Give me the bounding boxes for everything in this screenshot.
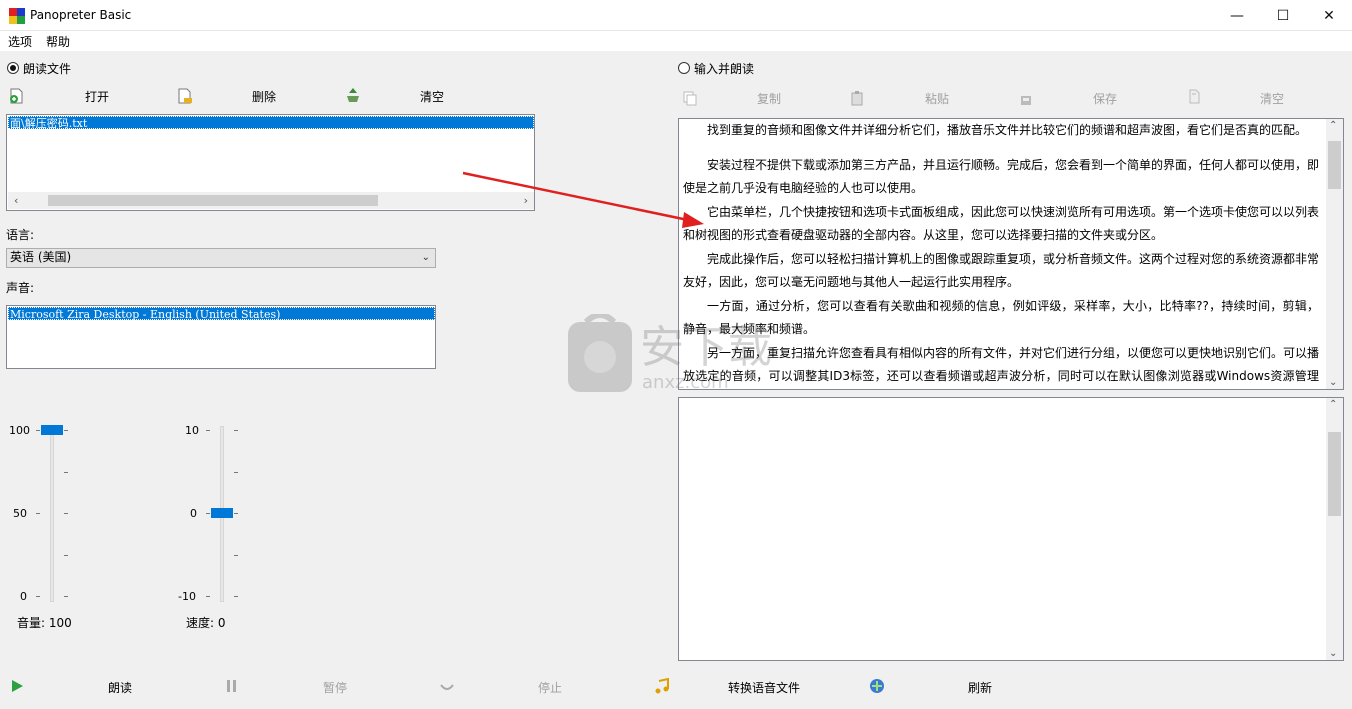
- close-button[interactable]: ✕: [1306, 0, 1352, 31]
- open-button[interactable]: 打开: [85, 88, 109, 105]
- input-read-label: 输入并朗读: [694, 62, 755, 76]
- read-file-label: 朗读文件: [23, 62, 72, 76]
- copy-button[interactable]: 复制: [757, 90, 781, 107]
- text-paragraph: 它由菜单栏，几个快捷按钮和选项卡式面板组成，因此您可以快速浏览所有可用选项。第一…: [683, 205, 1320, 242]
- tick: [206, 596, 210, 597]
- tick: [64, 555, 68, 556]
- language-select[interactable]: 英语 (美国) ⌄: [6, 248, 436, 268]
- tick: [206, 430, 210, 431]
- read-file-radio[interactable]: [7, 62, 19, 74]
- text-paragraph: 完成此操作后，您可以轻松扫描计算机上的图像或跟踪重复项，或分析音频文件。这两个过…: [683, 252, 1320, 289]
- clear-text-icon[interactable]: [1186, 88, 1202, 104]
- read-button[interactable]: 朗读: [108, 679, 132, 696]
- tick: [36, 430, 40, 431]
- svg-text:anxz.com: anxz.com: [642, 372, 729, 393]
- scroll-down-icon[interactable]: ⌄: [1329, 377, 1337, 388]
- voice-list-item[interactable]: Microsoft Zira Desktop - English (United…: [8, 307, 435, 321]
- speed-mid-label: 0: [190, 507, 197, 520]
- play-icon[interactable]: [10, 679, 24, 693]
- refresh-button[interactable]: 刷新: [968, 679, 992, 696]
- voice-list[interactable]: Microsoft Zira Desktop - English (United…: [6, 305, 436, 369]
- input-read-radio[interactable]: [678, 62, 690, 74]
- tick: [234, 472, 238, 473]
- maximize-button[interactable]: ☐: [1260, 0, 1306, 31]
- volume-label: 音量: 100: [17, 616, 72, 630]
- tick: [234, 555, 238, 556]
- speed-slider-thumb[interactable]: [211, 508, 233, 518]
- menu-options[interactable]: 选项: [8, 33, 32, 50]
- speed-min-label: -10: [178, 590, 196, 603]
- scroll-right-icon[interactable]: ›: [524, 194, 528, 207]
- volume-slider-track[interactable]: [50, 426, 54, 602]
- file-list-hscrollbar[interactable]: ‹ ›: [8, 192, 534, 209]
- scroll-thumb[interactable]: [48, 195, 378, 206]
- speed-max-label: 10: [185, 424, 199, 437]
- delete-button[interactable]: 删除: [252, 88, 276, 105]
- volume-min-label: 0: [20, 590, 27, 603]
- language-value: 英语 (美国): [10, 250, 72, 264]
- paste-icon[interactable]: [850, 90, 866, 106]
- app-icon: [9, 8, 25, 24]
- refresh-icon[interactable]: [869, 678, 885, 694]
- text-paragraph: 找到重复的音频和图像文件并详细分析它们，播放音乐文件并比较它们的频谱和超声波图，…: [707, 123, 1308, 137]
- tick: [64, 596, 68, 597]
- tick: [36, 513, 40, 514]
- text-paragraph: 安装过程不提供下载或添加第三方产品，并且运行顺畅。完成后，您会看到一个简单的界面…: [683, 158, 1320, 195]
- chevron-down-icon: ⌄: [421, 252, 430, 263]
- save-button[interactable]: 保存: [1093, 90, 1117, 107]
- tick: [64, 472, 68, 473]
- scroll-thumb[interactable]: [1328, 141, 1341, 189]
- tick: [234, 513, 238, 514]
- title-bar: Panopreter Basic — ☐ ✕: [0, 0, 1352, 31]
- stop-button[interactable]: 停止: [538, 679, 562, 696]
- volume-slider-thumb[interactable]: [41, 425, 63, 435]
- delete-file-icon[interactable]: [177, 88, 193, 104]
- text-editor-vscrollbar[interactable]: ⌃ ⌄: [1326, 119, 1343, 389]
- tick: [64, 430, 68, 431]
- window-title: Panopreter Basic: [30, 8, 132, 22]
- tick: [206, 513, 210, 514]
- file-list[interactable]: 面\解压密码.txt ‹ ›: [6, 114, 535, 211]
- convert-audio-button[interactable]: 转换语音文件: [728, 679, 800, 696]
- pause-button[interactable]: 暂停: [323, 679, 347, 696]
- clear-text-button[interactable]: 清空: [1260, 90, 1284, 107]
- scroll-left-icon[interactable]: ‹: [14, 194, 18, 207]
- menu-bar: 选项 帮助: [0, 31, 1352, 51]
- tick: [64, 513, 68, 514]
- clear-list-icon[interactable]: [345, 87, 361, 103]
- speed-label: 速度: 0: [186, 616, 226, 630]
- stop-icon[interactable]: [440, 681, 454, 693]
- open-file-icon[interactable]: [9, 88, 25, 104]
- music-note-icon[interactable]: [654, 678, 670, 694]
- language-label: 语言:: [6, 228, 35, 242]
- output-area[interactable]: ⌃ ⌄: [678, 397, 1344, 661]
- menu-help[interactable]: 帮助: [46, 33, 70, 50]
- copy-icon[interactable]: [682, 90, 698, 106]
- file-list-item[interactable]: 面\解压密码.txt: [8, 116, 534, 130]
- volume-mid-label: 50: [13, 507, 27, 520]
- svg-text:安下载: 安下载: [640, 322, 772, 373]
- scroll-thumb[interactable]: [1328, 432, 1341, 516]
- output-vscrollbar[interactable]: ⌃ ⌄: [1326, 398, 1343, 660]
- minimize-button[interactable]: —: [1214, 0, 1260, 31]
- pause-icon[interactable]: [225, 679, 239, 693]
- tick: [234, 430, 238, 431]
- scroll-up-icon[interactable]: ⌃: [1329, 120, 1337, 131]
- scroll-down-icon[interactable]: ⌄: [1329, 648, 1337, 659]
- tick: [36, 596, 40, 597]
- voice-label: 声音:: [6, 281, 35, 295]
- paste-button[interactable]: 粘贴: [925, 90, 949, 107]
- save-icon[interactable]: [1018, 90, 1034, 106]
- scroll-up-icon[interactable]: ⌃: [1329, 399, 1337, 410]
- clear-button[interactable]: 清空: [420, 88, 444, 105]
- watermark-logo: 安下载 anxz.com: [568, 314, 772, 393]
- tick: [234, 596, 238, 597]
- volume-max-label: 100: [9, 424, 30, 437]
